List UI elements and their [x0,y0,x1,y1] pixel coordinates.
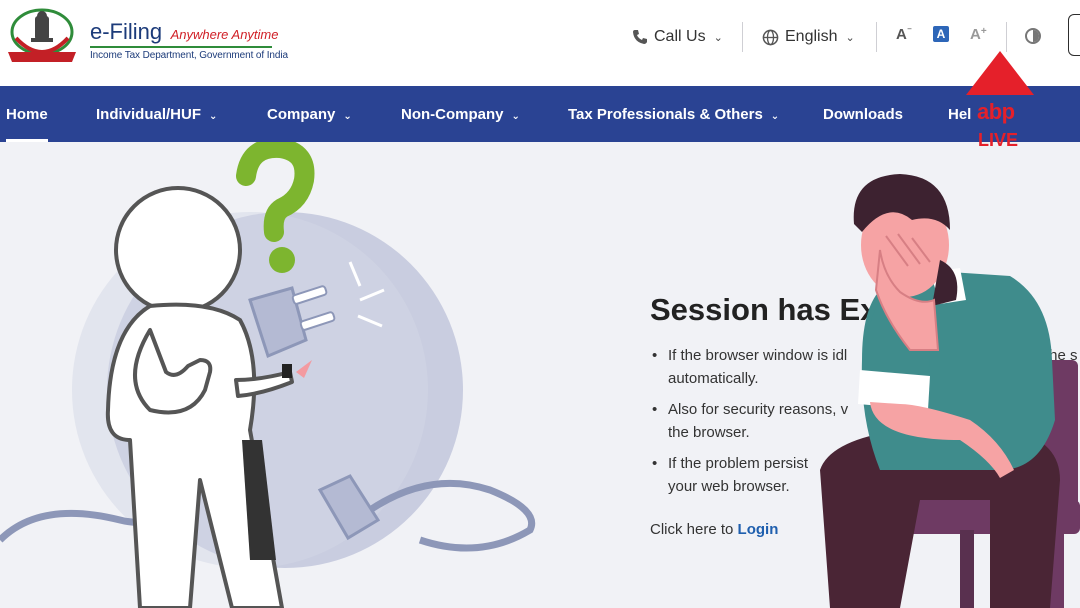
call-us-dropdown[interactable]: Call Us ⌄ [632,24,723,50]
brand-title: e-Filing Anywhere Anytime [90,19,279,45]
brand-subtitle: Income Tax Department, Government of Ind… [90,50,288,61]
chevron-down-icon: ⌄ [845,31,855,44]
globe-icon [762,29,779,45]
login-prompt: Click here to Login [650,521,778,538]
abp-live-text: LIVE [978,130,1019,150]
chevron-down-icon: ⌄ [511,111,520,122]
nav-item-label: Tax Professionals & Others [568,106,763,123]
top-header: e-Filing Anywhere Anytime Income Tax Dep… [0,0,1080,86]
language-dropdown[interactable]: English ⌄ [762,24,855,50]
nav-item-individual-huf[interactable]: Individual/HUF ⌄ [96,86,217,142]
nav-item-label: Individual/HUF [96,106,201,123]
nav-item-tax-professionals[interactable]: Tax Professionals & Others ⌄ [568,86,779,142]
nav-item-home[interactable]: Home [6,86,48,142]
unplugged-illustration [0,142,535,608]
nav-item-company[interactable]: Company ⌄ [267,86,352,142]
chevron-down-icon: ⌄ [770,111,780,122]
main-nav: Home Individual/HUF ⌄ Company ⌄ Non-Compan… [0,86,1080,142]
phone-icon [633,30,647,44]
nav-item-label: Home [6,106,48,123]
nav-item-label: Downloads [823,106,904,123]
language-label: English [785,28,838,45]
nav-item-non-company[interactable]: Non-Company ⌄ [401,86,520,142]
bullet-text: automatically. [668,370,759,387]
bullet-text: If the problem persist [668,455,809,472]
login-button-edge[interactable] [1068,14,1080,56]
login-link[interactable]: Login [738,521,779,538]
font-increase-label: A [970,26,981,43]
bullet-text: your web browser. [668,478,790,495]
brand-tagline: Anywhere Anytime [170,27,279,42]
nav-item-label: Non-Company [401,106,504,123]
brand-divider [90,46,272,48]
language-button: English ⌄ [762,28,855,46]
font-default-label: A [936,27,946,41]
chevron-down-icon: ⌄ [209,111,218,122]
brand-name: e-Filing [90,19,163,44]
header-divider [876,22,877,52]
font-decrease-label: A [896,26,907,43]
bullet-text: the browser. [668,424,750,441]
national-emblem-icon [8,8,76,62]
call-us-label: Call Us [654,28,706,45]
font-decrease-button[interactable]: A⁻ [896,26,912,43]
worried-person-illustration [820,174,1080,608]
session-expired-panel: Session has Ex If the browser window is … [0,51,1080,608]
nav-item-label: Company [267,106,336,123]
chevron-down-icon: ⌄ [343,111,352,122]
chevron-down-icon: ⌄ [713,31,723,44]
login-prefix: Click here to [650,521,734,538]
font-increase-sup: + [980,26,987,37]
site-logo[interactable]: e-Filing Anywhere Anytime Income Tax Dep… [6,8,288,78]
header-divider [742,22,743,52]
contrast-icon[interactable] [1025,28,1041,44]
font-default-button[interactable]: A [933,26,949,42]
font-increase-button[interactable]: A+ [970,26,987,43]
abp-brand-text: abp [977,99,1015,124]
nav-item-downloads[interactable]: Downloads [823,86,903,142]
call-us-button: Call Us ⌄ [632,28,723,46]
